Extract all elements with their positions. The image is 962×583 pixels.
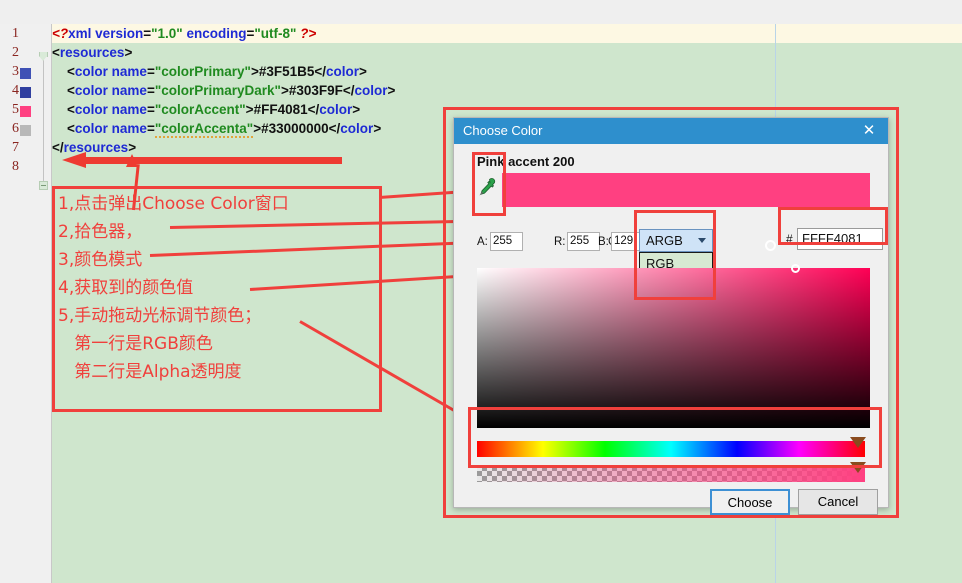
alpha-slider[interactable]	[477, 466, 865, 482]
highlight-eyedropper	[472, 152, 506, 216]
cancel-button[interactable]: Cancel	[798, 489, 878, 515]
gutter-color-swatch[interactable]	[20, 106, 31, 117]
annotation-line: 第二行是Alpha透明度	[58, 362, 242, 382]
gutter-color-swatch[interactable]	[20, 68, 31, 79]
code-line[interactable]: <color name="colorPrimary">#3F51B5</colo…	[52, 64, 962, 83]
highlight-hex-field	[778, 207, 888, 245]
mouse-cursor	[765, 240, 776, 251]
channel-r-label: R:	[554, 236, 566, 248]
dialog-button-row: Choose Cancel	[454, 489, 888, 519]
code-line[interactable]: <color name="colorPrimaryDark">#303F9F</…	[52, 83, 962, 102]
annotation-text: 1,点击弹出Choose Color窗口 2,拾色器， 3,颜色模式 4,获取到的颜色…	[58, 190, 388, 386]
code-line[interactable]: <resources>	[52, 45, 962, 64]
fold-marker-close[interactable]	[39, 181, 48, 190]
channel-a-label: A:	[477, 236, 488, 248]
annotation-line: 1,点击弹出Choose Color窗口	[58, 194, 289, 214]
gutter-color-swatch[interactable]	[20, 87, 31, 98]
close-icon[interactable]: ✕	[858, 118, 880, 144]
fold-range-line	[43, 58, 44, 186]
dialog-titlebar[interactable]: Choose Color ✕	[454, 118, 888, 144]
dialog-title-text: Choose Color	[463, 123, 543, 138]
code-folding-column[interactable]	[36, 24, 51, 583]
code-line[interactable]: <?xml version="1.0" encoding="utf-8" ?>	[52, 26, 962, 45]
choose-button[interactable]: Choose	[710, 489, 790, 515]
channel-b-label: B:	[598, 236, 609, 248]
gutter-color-swatch[interactable]	[20, 125, 31, 136]
channel-a-input[interactable]: 255	[490, 232, 523, 251]
highlight-sliders	[468, 407, 882, 468]
highlight-color-mode	[634, 210, 716, 300]
annotation-line: 4,获取到的颜色值	[58, 278, 194, 298]
arrow-to-color-accent-line	[62, 152, 342, 168]
sv-cursor-handle[interactable]	[791, 264, 800, 273]
color-preview-swatch	[502, 173, 870, 207]
fold-marker-open[interactable]	[39, 52, 48, 61]
channel-r-input[interactable]: 255	[567, 232, 600, 251]
annotation-line: 5,手动拖动光标调节颜色；	[58, 306, 262, 326]
